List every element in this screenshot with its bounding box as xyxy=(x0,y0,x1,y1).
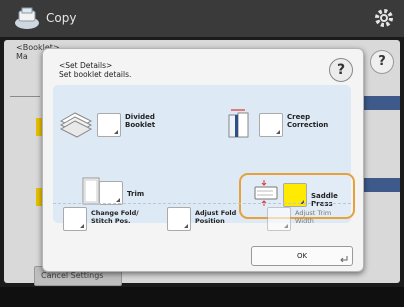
option-label: Trim xyxy=(127,190,145,198)
background-help-button: ? xyxy=(370,50,394,74)
dialog-header: <Set Details> Set booklet details. xyxy=(59,61,131,79)
adjust-trim-icon xyxy=(267,207,291,231)
adjust-fold-icon[interactable] xyxy=(167,207,191,231)
background-divider xyxy=(10,96,40,97)
gear-icon[interactable] xyxy=(372,6,396,30)
option-label: Divided Booklet xyxy=(125,113,156,129)
option-adjust-trim-width: Adjust Trim Width xyxy=(267,207,357,231)
copy-app-icon xyxy=(15,7,39,29)
option-change-fold-stitch[interactable]: Change Fold/ Stitch Pos. xyxy=(63,207,153,231)
dialog-title: <Set Details> xyxy=(59,61,113,70)
background-bar xyxy=(364,178,400,192)
saddle-press-icon xyxy=(254,180,278,206)
ok-label: OK xyxy=(296,252,308,260)
option-label: Adjust Fold Position xyxy=(195,209,237,225)
creep-correction-icon xyxy=(228,109,249,138)
divided-booklet-icon xyxy=(59,112,93,138)
ok-button[interactable]: OK xyxy=(251,246,353,266)
option-label: Saddle Press xyxy=(311,192,338,208)
enter-arrow-icon xyxy=(340,256,348,262)
set-details-dialog: <Set Details> Set booklet details. ? Div… xyxy=(42,48,364,272)
divided-booklet-button[interactable] xyxy=(97,113,121,137)
change-fold-icon[interactable] xyxy=(63,207,87,231)
option-label: Creep Correction xyxy=(287,113,329,129)
option-divided-booklet[interactable]: Divided Booklet xyxy=(59,107,179,139)
help-button[interactable]: ? xyxy=(329,58,353,82)
option-saddle-press[interactable]: Saddle Press xyxy=(249,177,349,209)
app-title: Copy xyxy=(46,11,77,25)
trim-button[interactable] xyxy=(99,181,123,205)
option-creep-correction[interactable]: Creep Correction xyxy=(221,107,346,139)
creep-correction-button[interactable] xyxy=(259,113,283,137)
option-label: Change Fold/ Stitch Pos. xyxy=(91,209,139,225)
dialog-subtitle: Set booklet details. xyxy=(59,70,132,79)
top-bar: Copy xyxy=(0,0,404,37)
option-adjust-fold-position[interactable]: Adjust Fold Position xyxy=(167,207,257,231)
bottom-bar xyxy=(0,287,404,307)
option-label: Adjust Trim Width xyxy=(295,209,332,225)
options-divider xyxy=(53,203,351,204)
background-bar xyxy=(364,96,400,110)
